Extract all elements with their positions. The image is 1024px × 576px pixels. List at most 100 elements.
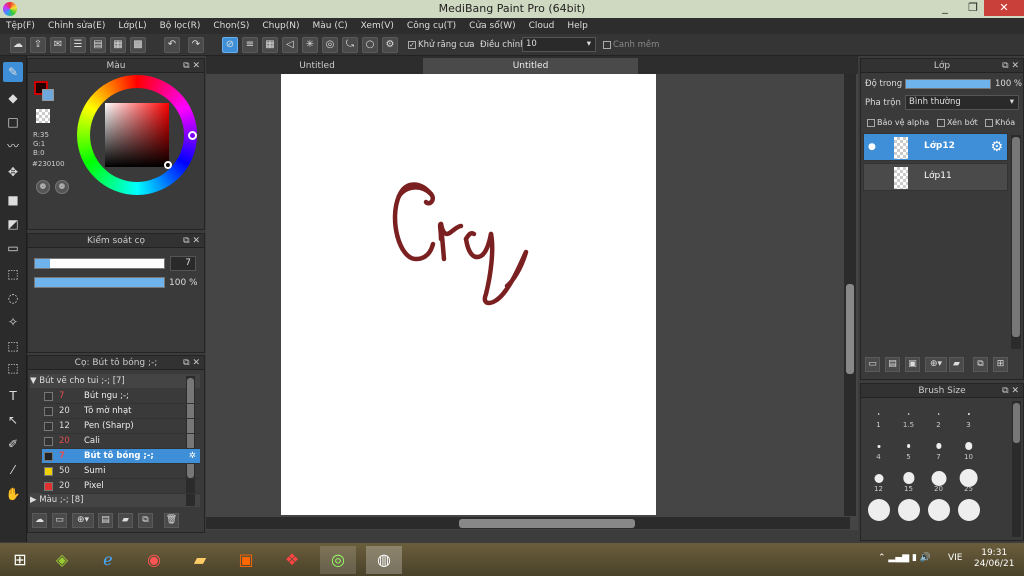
brush-settings-icon[interactable]: ▤ <box>98 513 113 528</box>
brush-size-preset[interactable] <box>864 497 893 526</box>
menu-filter[interactable]: Bộ lọc(R) <box>160 18 201 34</box>
saturation-value-square[interactable] <box>105 103 169 167</box>
brush-item[interactable]: 20 Pixel <box>42 479 200 494</box>
share-icon[interactable]: ⇪ <box>30 37 46 53</box>
brush-size-preset[interactable]: 5 <box>894 433 923 462</box>
brush-item[interactable]: 20 Tô mờ nhạt <box>42 404 200 419</box>
menu-color[interactable]: Màu (C) <box>313 18 348 34</box>
protect-alpha-checkbox[interactable]: Bảo vệ alpha <box>867 118 929 127</box>
panel-close-icon[interactable]: ⧉ ✕ <box>1002 59 1019 73</box>
brush-size-preset[interactable]: 3 <box>954 401 983 430</box>
windows-start-icon[interactable]: ⊞ <box>2 546 38 574</box>
shape-tool-icon[interactable]: ■ <box>3 190 23 210</box>
green-app-icon[interactable]: ◎ <box>320 546 356 574</box>
duplicate-layer-icon[interactable]: ⧉ <box>973 357 988 372</box>
menu-edit[interactable]: Chỉnh sửa(E) <box>48 18 105 34</box>
ellipse-snap-icon[interactable]: ○ <box>362 37 378 53</box>
vertical-scroll-thumb[interactable] <box>846 284 854 374</box>
lock-checkbox[interactable]: Khóa <box>985 118 1015 127</box>
menu-select[interactable]: Chọn(S) <box>213 18 249 34</box>
cloud-brush-icon[interactable]: ☁ <box>32 513 47 528</box>
brush-size-preset[interactable]: 7 <box>924 433 953 462</box>
vanish-snap-icon[interactable]: ◁ <box>282 37 298 53</box>
brush-size-preset[interactable]: 1 <box>864 401 893 430</box>
panel-close-icon[interactable]: ⧉ ✕ <box>183 59 200 73</box>
brush-group-collapsed[interactable]: ▶ Màu ;-; [8] <box>30 493 200 507</box>
page-icon[interactable]: ▤ <box>90 37 106 53</box>
page-list-icon[interactable]: ▦ <box>110 37 126 53</box>
medibang-taskbar-icon[interactable]: ◍ <box>366 546 402 574</box>
circle-snap-icon[interactable]: ◎ <box>322 37 338 53</box>
brush-size-preset[interactable]: 1.5 <box>894 401 923 430</box>
gear-icon[interactable]: ⚙ <box>990 139 1003 155</box>
menu-snap[interactable]: Chụp(N) <box>262 18 299 34</box>
adjust-select[interactable]: 10 ▾ <box>522 37 596 52</box>
brush-tool-icon[interactable]: ✎ <box>3 62 23 82</box>
brush-item[interactable]: 12 Pen (Sharp) <box>42 419 200 434</box>
blend-mode-select[interactable]: Bình thường ▾ <box>905 95 1019 110</box>
file-explorer-icon[interactable]: ▰ <box>182 546 218 574</box>
canvas-horizontal-scrollbar[interactable] <box>206 517 850 529</box>
select-pen-icon[interactable]: ⬚ <box>3 336 23 356</box>
drawing-canvas[interactable] <box>281 74 656 515</box>
brush-size-slider[interactable] <box>34 258 165 269</box>
hue-wheel[interactable] <box>77 75 197 195</box>
tray-icons[interactable]: ⌃ ▂▄▆ ▮ 🔊 <box>878 553 931 563</box>
fill-tool-icon[interactable]: ◩ <box>3 214 23 234</box>
eraser-tool-icon[interactable]: ◆ <box>3 88 23 108</box>
menu-tools[interactable]: Công cụ(T) <box>407 18 456 34</box>
undo-icon[interactable]: ↶ <box>164 37 180 53</box>
brush-item[interactable]: 7 Bút tô bóng ;-; ✲ <box>42 449 200 464</box>
color-settings-icon[interactable]: ❁ <box>55 180 69 194</box>
layer-row-lop12[interactable]: ● Lớp12 ⚙ <box>863 133 1008 161</box>
language-indicator[interactable]: VIE <box>948 553 963 563</box>
add-layer-dropdown-icon[interactable]: ⊕▾ <box>925 357 947 372</box>
brush-size-preset[interactable]: 12 <box>864 465 893 494</box>
eyedropper-tool-icon[interactable]: ⁄ <box>3 460 23 480</box>
minimize-button[interactable]: _ <box>932 0 958 16</box>
layer-list-scrollbar[interactable] <box>1011 135 1021 349</box>
brush-item[interactable]: 20 Cali <box>42 434 200 449</box>
layer-folder-icon[interactable]: ▰ <box>949 357 964 372</box>
layer-row-lop11[interactable]: Lớp11 <box>863 163 1008 191</box>
lasso-tool-icon[interactable]: ◌ <box>3 288 23 308</box>
cross-snap-icon[interactable]: ▦ <box>262 37 278 53</box>
comment-icon[interactable]: ✉ <box>50 37 66 53</box>
layer-opacity-slider[interactable] <box>905 79 991 89</box>
maximize-button[interactable]: ❐ <box>960 0 986 16</box>
antialias-checkbox[interactable]: ✓ Khử răng cưa <box>408 40 475 50</box>
new-brush-icon[interactable]: ▭ <box>52 513 67 528</box>
gradient-tool-icon[interactable]: ▭ <box>3 238 23 258</box>
snap-off-icon[interactable]: ⊘ <box>222 37 238 53</box>
parallel-snap-icon[interactable]: ≡ <box>242 37 258 53</box>
menu-file[interactable]: Tệp(F) <box>6 18 35 34</box>
eye-icon[interactable]: ● <box>868 142 876 152</box>
panel-close-icon[interactable]: ⧉ ✕ <box>183 356 200 370</box>
comment-list-icon[interactable]: ☰ <box>70 37 86 53</box>
snap-settings-icon[interactable]: ⚙ <box>382 37 398 53</box>
color-palette-icon[interactable]: ❁ <box>36 180 50 194</box>
duplicate-brush-icon[interactable]: ⧉ <box>138 513 153 528</box>
brush-item[interactable]: 50 Sumi <box>42 464 200 479</box>
move-tool-icon[interactable]: ✥ <box>3 162 23 182</box>
divide-tool-icon[interactable]: ✐ <box>3 434 23 454</box>
panel-close-icon[interactable]: ⧉ ✕ <box>183 234 200 248</box>
add-brush-icon[interactable]: ⊕▾ <box>72 513 94 528</box>
select-tool-icon[interactable]: ⬚ <box>3 264 23 284</box>
operation-tool-icon[interactable]: ↖ <box>3 410 23 430</box>
grid-icon[interactable]: ▩ <box>130 37 146 53</box>
close-button[interactable]: ✕ <box>984 0 1024 16</box>
menu-window[interactable]: Cửa sổ(W) <box>469 18 515 34</box>
radial-snap-icon[interactable]: ✳ <box>302 37 318 53</box>
brush-size-preset[interactable] <box>924 497 953 526</box>
clipping-checkbox[interactable]: Xén bớt <box>937 118 978 127</box>
menu-view[interactable]: Xem(V) <box>361 18 394 34</box>
transparent-color-swatch[interactable] <box>36 109 50 123</box>
brush-item[interactable]: 7 Bút ngu ;-; <box>42 389 200 404</box>
brush-size-preset[interactable]: 20 <box>924 465 953 494</box>
new-layer-icon[interactable]: ▭ <box>865 357 880 372</box>
brush-size-preset[interactable]: 10 <box>954 433 983 462</box>
gear-icon[interactable]: ✲ <box>189 449 196 464</box>
edge-checkbox[interactable]: Canh mềm <box>603 40 659 50</box>
new-1bit-layer-icon[interactable]: ▣ <box>905 357 920 372</box>
